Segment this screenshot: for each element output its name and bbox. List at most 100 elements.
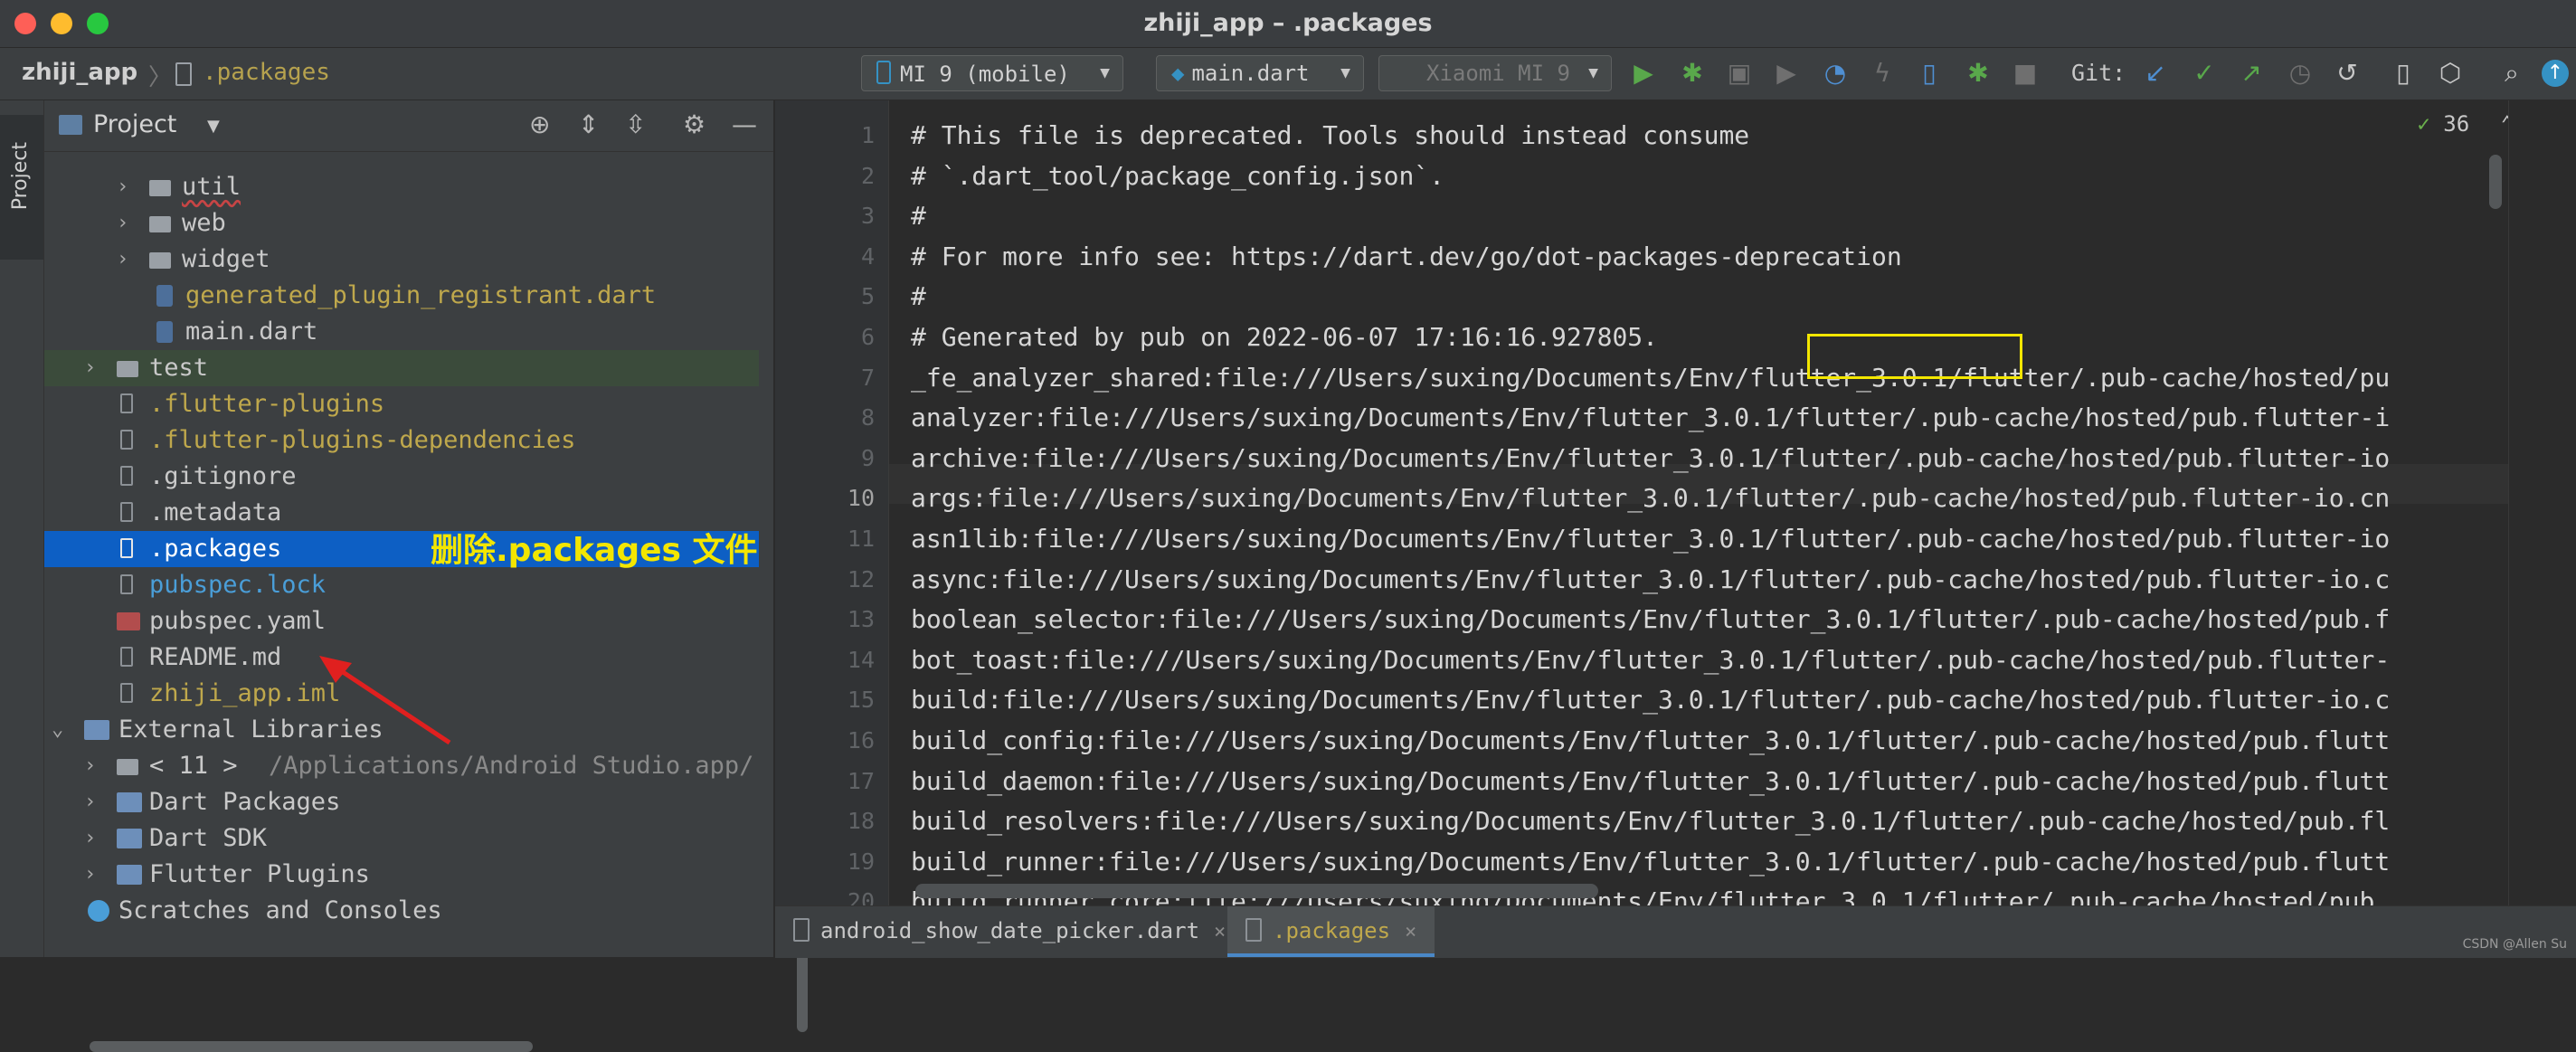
- tree-item-label: generated_plugin_registrant.dart: [185, 281, 657, 309]
- git-update-icon[interactable]: ↙: [2140, 60, 2171, 87]
- tree-item-util[interactable]: › util: [44, 169, 759, 205]
- tree-item-generated-plugin-registrant[interactable]: generated_plugin_registrant.dart: [44, 278, 759, 314]
- project-view-title[interactable]: Project: [93, 110, 176, 138]
- code-line: # Generated by pub on 2022-06-07 17:16:1…: [911, 322, 1659, 352]
- title-bar: zhiji_app – .packages: [0, 0, 2576, 48]
- tree-item-label: Dart SDK: [149, 824, 268, 852]
- tree-item-label: .packages: [149, 535, 282, 563]
- debug-icon[interactable]: ✱: [1677, 60, 1708, 87]
- folder-icon: [149, 180, 171, 196]
- tree-item-main-dart[interactable]: main.dart: [44, 314, 759, 350]
- hot-restart-icon[interactable]: ▯: [1914, 60, 1945, 87]
- code-editor[interactable]: 1 2 3 4 5 6 7 8 9 10 11 12 13 14 15 16 17 18 19 20 # This f…: [775, 100, 2576, 915]
- chevron-right-icon[interactable]: ›: [84, 350, 96, 386]
- chevron-right-icon[interactable]: ›: [84, 820, 96, 857]
- update-icon[interactable]: ↑: [2542, 60, 2569, 87]
- target-device-selector[interactable]: Xiaomi MI 9 ▼: [1378, 55, 1612, 91]
- tree-item-dart-packages[interactable]: › Dart Packages: [44, 784, 759, 820]
- window-title: zhiji_app – .packages: [1143, 9, 1433, 37]
- project-tool-tab[interactable]: Project: [0, 115, 43, 260]
- chevron-down-icon[interactable]: ▼: [207, 117, 220, 136]
- profile-icon[interactable]: ▶: [1771, 60, 1802, 87]
- main-toolbar: zhiji_app 〉 .packages MI 9 (mobile) ▼ ◆ m…: [0, 48, 2576, 100]
- stop-icon[interactable]: ■: [2010, 60, 2041, 87]
- tree-item-web[interactable]: › web: [44, 205, 759, 242]
- locate-icon[interactable]: ⊕: [529, 109, 550, 139]
- tree-item-widget[interactable]: › widget: [44, 242, 759, 278]
- code-line: asn1lib:file:///Users/suxing/Documents/E…: [911, 524, 2391, 554]
- chevron-right-icon[interactable]: ›: [84, 784, 96, 820]
- tab-packages[interactable]: .packages ×: [1227, 906, 1435, 957]
- tree-item-flutter-plugins[interactable]: .flutter-plugins: [44, 386, 759, 422]
- hot-reload-icon[interactable]: ϟ: [1867, 60, 1898, 87]
- git-commit-icon[interactable]: ✓: [2189, 60, 2220, 87]
- gear-icon[interactable]: ⚙: [683, 109, 706, 139]
- tree-item-path: /Applications/Android Studio.app/: [269, 752, 754, 780]
- collapse-all-icon[interactable]: ⇳: [625, 109, 646, 139]
- chevron-down-icon[interactable]: ⌄: [52, 712, 63, 748]
- code-line: build_resolvers:file:///Users/suxing/Doc…: [911, 806, 2391, 837]
- code-line: _fe_analyzer_shared:file:///Users/suxing…: [911, 362, 2391, 393]
- expand-all-icon[interactable]: ⇕: [578, 109, 599, 139]
- tree-item-flutter-plugins-dependencies[interactable]: .flutter-plugins-dependencies: [44, 422, 759, 459]
- code-line: build_daemon:file:///Users/suxing/Docume…: [911, 765, 2391, 796]
- tree-item-label: main.dart: [185, 317, 318, 346]
- folder-icon: [149, 252, 171, 269]
- search-icon[interactable]: ⌕: [2496, 60, 2527, 87]
- coverage-icon[interactable]: ▣: [1724, 60, 1755, 87]
- git-rollback-icon[interactable]: ↺: [2332, 60, 2363, 87]
- code-line: args:file:///Users/suxing/Documents/Env/…: [911, 483, 2391, 514]
- tree-item-gitignore[interactable]: .gitignore: [44, 459, 759, 495]
- git-push-icon[interactable]: ↗: [2236, 60, 2267, 87]
- chevron-right-icon[interactable]: ›: [117, 205, 128, 242]
- code-line: # This file is deprecated. Tools should …: [911, 120, 1750, 150]
- run-config-selector[interactable]: ◆ main.dart ▼: [1156, 55, 1364, 91]
- tab-label: .packages: [1273, 918, 1391, 943]
- git-label: Git:: [2071, 60, 2126, 86]
- breadcrumb-project[interactable]: zhiji_app: [22, 59, 137, 86]
- tree-item-label: test: [149, 354, 209, 382]
- tree-item-pubspec-lock[interactable]: pubspec.lock: [44, 567, 759, 603]
- file-icon: [120, 466, 133, 486]
- phone-icon: [876, 61, 891, 84]
- close-icon[interactable]: ×: [1405, 921, 1416, 943]
- tree-item-jdk[interactable]: › < 11 > /Applications/Android Studio.ap…: [44, 748, 759, 784]
- code-line: async:file:///Users/suxing/Documents/Env…: [911, 564, 2391, 594]
- chevron-right-icon[interactable]: ›: [84, 748, 96, 784]
- chevron-right-icon[interactable]: ›: [84, 857, 96, 893]
- tree-item-test[interactable]: › test: [44, 350, 759, 386]
- project-horizontal-scrollbar[interactable]: [90, 1041, 533, 1052]
- hide-panel-icon[interactable]: —: [732, 109, 757, 139]
- device-manager-icon[interactable]: ▯: [2388, 60, 2419, 87]
- annotation-highlight-box: [1807, 334, 2022, 379]
- editor-vertical-scrollbar[interactable]: [2489, 155, 2502, 209]
- file-icon: [120, 430, 133, 450]
- file-icon: [175, 62, 192, 86]
- tree-item-scratches[interactable]: Scratches and Consoles: [44, 893, 759, 929]
- breadcrumb-file[interactable]: .packages: [203, 59, 330, 86]
- chevron-down-icon: ▼: [1100, 63, 1110, 82]
- tab-android-show-date-picker[interactable]: android_show_date_picker.dart ×: [793, 906, 1226, 957]
- chevron-right-icon[interactable]: ›: [117, 242, 128, 278]
- watermark: CSDN @Allen Su: [2462, 937, 2567, 952]
- chevron-right-icon[interactable]: ›: [117, 169, 128, 205]
- tree-item-dart-sdk[interactable]: › Dart SDK: [44, 820, 759, 857]
- check-icon: ✓: [2417, 111, 2430, 137]
- sdk-manager-icon[interactable]: ⬡: [2435, 60, 2466, 87]
- tree-item-flutter-plugins-lib[interactable]: › Flutter Plugins: [44, 857, 759, 893]
- attach-debugger-icon[interactable]: ✱: [1963, 60, 1994, 87]
- library-icon: [117, 865, 142, 885]
- flutter-performance-icon[interactable]: ◔: [1820, 60, 1851, 87]
- project-panel-header: Project ▼ ⊕ ⇕ ⇳ ⚙ —: [44, 100, 773, 152]
- editor-horizontal-scrollbar[interactable]: [915, 884, 1598, 898]
- code-line: build_runner:file:///Users/suxing/Docume…: [911, 846, 2391, 877]
- code-line: #: [911, 281, 926, 312]
- device-selector[interactable]: MI 9 (mobile) ▼: [861, 55, 1123, 91]
- flutter-icon: ◆: [1171, 61, 1185, 86]
- code-area[interactable]: # This file is deprecated. Tools should …: [775, 100, 2508, 905]
- close-icon[interactable]: ×: [1214, 921, 1226, 943]
- tree-item-pubspec-yaml[interactable]: pubspec.yaml: [44, 603, 759, 640]
- tree-item-label: widget: [182, 245, 270, 273]
- git-history-icon[interactable]: ◷: [2285, 60, 2316, 87]
- run-icon[interactable]: ▶: [1628, 60, 1659, 87]
